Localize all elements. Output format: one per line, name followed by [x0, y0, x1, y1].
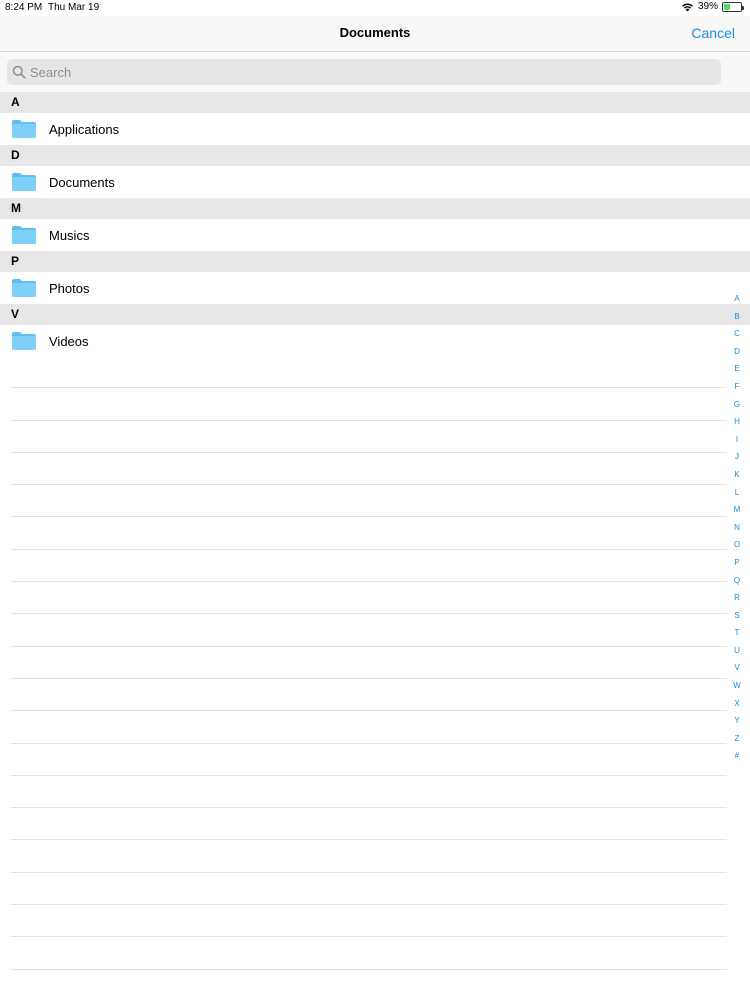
index-letter-w[interactable]: W — [733, 677, 741, 695]
section-header-v: V — [0, 304, 750, 325]
list-item[interactable]: Applications — [0, 113, 750, 145]
row-separator — [11, 647, 727, 679]
index-letter-c[interactable]: C — [734, 325, 740, 343]
battery-fill — [724, 3, 731, 10]
document-list: A Applications D Documents M Musics P Ph… — [0, 92, 750, 357]
index-letter-hash[interactable]: # — [735, 747, 739, 765]
row-separator — [11, 970, 727, 1000]
index-letter-m[interactable]: M — [734, 501, 741, 519]
row-separator — [11, 388, 727, 421]
row-separator — [11, 517, 727, 550]
index-letter-b[interactable]: B — [734, 308, 739, 326]
list-item[interactable]: Musics — [0, 219, 750, 251]
folder-icon — [12, 226, 36, 244]
status-time: 8:24 PM — [5, 2, 43, 13]
index-letter-v[interactable]: V — [734, 659, 739, 677]
search-icon — [12, 65, 26, 79]
status-bar: 8:24 PM Thu Mar 19 39% — [0, 0, 750, 16]
section-header-a: A — [0, 92, 750, 113]
index-letter-u[interactable]: U — [734, 642, 740, 660]
list-item[interactable]: Videos — [0, 325, 750, 357]
index-letter-t[interactable]: T — [735, 624, 740, 642]
index-letter-g[interactable]: G — [734, 396, 740, 414]
index-letter-j[interactable]: J — [735, 448, 739, 466]
index-letter-p[interactable]: P — [734, 554, 739, 572]
row-separator — [11, 356, 727, 389]
index-letter-z[interactable]: Z — [735, 730, 740, 748]
index-letter-k[interactable]: K — [734, 466, 739, 484]
index-letter-y[interactable]: Y — [734, 712, 739, 730]
index-letter-x[interactable]: X — [734, 695, 739, 713]
battery-icon — [722, 1, 744, 12]
search-bar — [0, 52, 750, 92]
index-letter-s[interactable]: S — [734, 607, 739, 625]
row-separator — [11, 679, 727, 712]
row-separator — [11, 905, 727, 938]
list-item[interactable]: Photos — [0, 272, 750, 304]
row-separator — [11, 840, 727, 873]
row-separator — [11, 808, 727, 841]
section-header-d: D — [0, 145, 750, 166]
row-separator — [11, 744, 727, 776]
empty-row-separators — [11, 356, 727, 1000]
index-letter-e[interactable]: E — [734, 360, 739, 378]
index-letter-a[interactable]: A — [734, 290, 739, 308]
row-separator — [11, 582, 727, 615]
index-letter-l[interactable]: L — [735, 484, 739, 502]
row-separator — [11, 776, 727, 809]
battery-percent: 39% — [697, 1, 718, 12]
row-separator — [11, 873, 727, 906]
index-letter-h[interactable]: H — [734, 413, 740, 431]
index-letter-n[interactable]: N — [734, 519, 740, 537]
folder-icon — [12, 120, 36, 138]
row-separator — [11, 937, 727, 970]
folder-icon — [12, 332, 36, 350]
row-separator — [11, 421, 727, 453]
navigation-bar: Documents Cancel — [0, 16, 750, 52]
section-header-m: M — [0, 198, 750, 219]
index-letter-i[interactable]: I — [736, 431, 738, 449]
status-indicators: 39% — [681, 1, 744, 12]
index-letter-d[interactable]: D — [734, 343, 740, 361]
row-separator — [11, 614, 727, 647]
folder-icon — [12, 173, 36, 191]
section-header-p: P — [0, 251, 750, 272]
row-separator — [11, 550, 727, 583]
list-item-label: Videos — [49, 333, 89, 349]
status-date: Thu Mar 19 — [48, 2, 100, 13]
row-separator — [11, 485, 727, 518]
search-field[interactable] — [7, 59, 721, 85]
index-letter-f[interactable]: F — [735, 378, 740, 396]
list-item[interactable]: Documents — [0, 166, 750, 198]
row-separator — [11, 711, 727, 744]
list-item-label: Applications — [49, 121, 120, 137]
index-letter-r[interactable]: R — [734, 589, 740, 607]
search-input[interactable] — [30, 64, 710, 80]
list-item-label: Musics — [49, 227, 90, 243]
list-item-label: Documents — [49, 174, 115, 190]
cancel-button[interactable]: Cancel — [691, 25, 735, 41]
index-letter-o[interactable]: O — [734, 536, 740, 554]
wifi-icon — [682, 3, 693, 11]
folder-icon — [12, 279, 36, 297]
page-title: Documents — [339, 25, 411, 40]
row-separator — [11, 453, 727, 486]
list-item-label: Photos — [49, 280, 90, 296]
section-index[interactable]: A B C D E F G H I J K L M N O P Q R S T U V W X Y Z # — [730, 290, 744, 765]
index-letter-q[interactable]: Q — [734, 572, 740, 590]
